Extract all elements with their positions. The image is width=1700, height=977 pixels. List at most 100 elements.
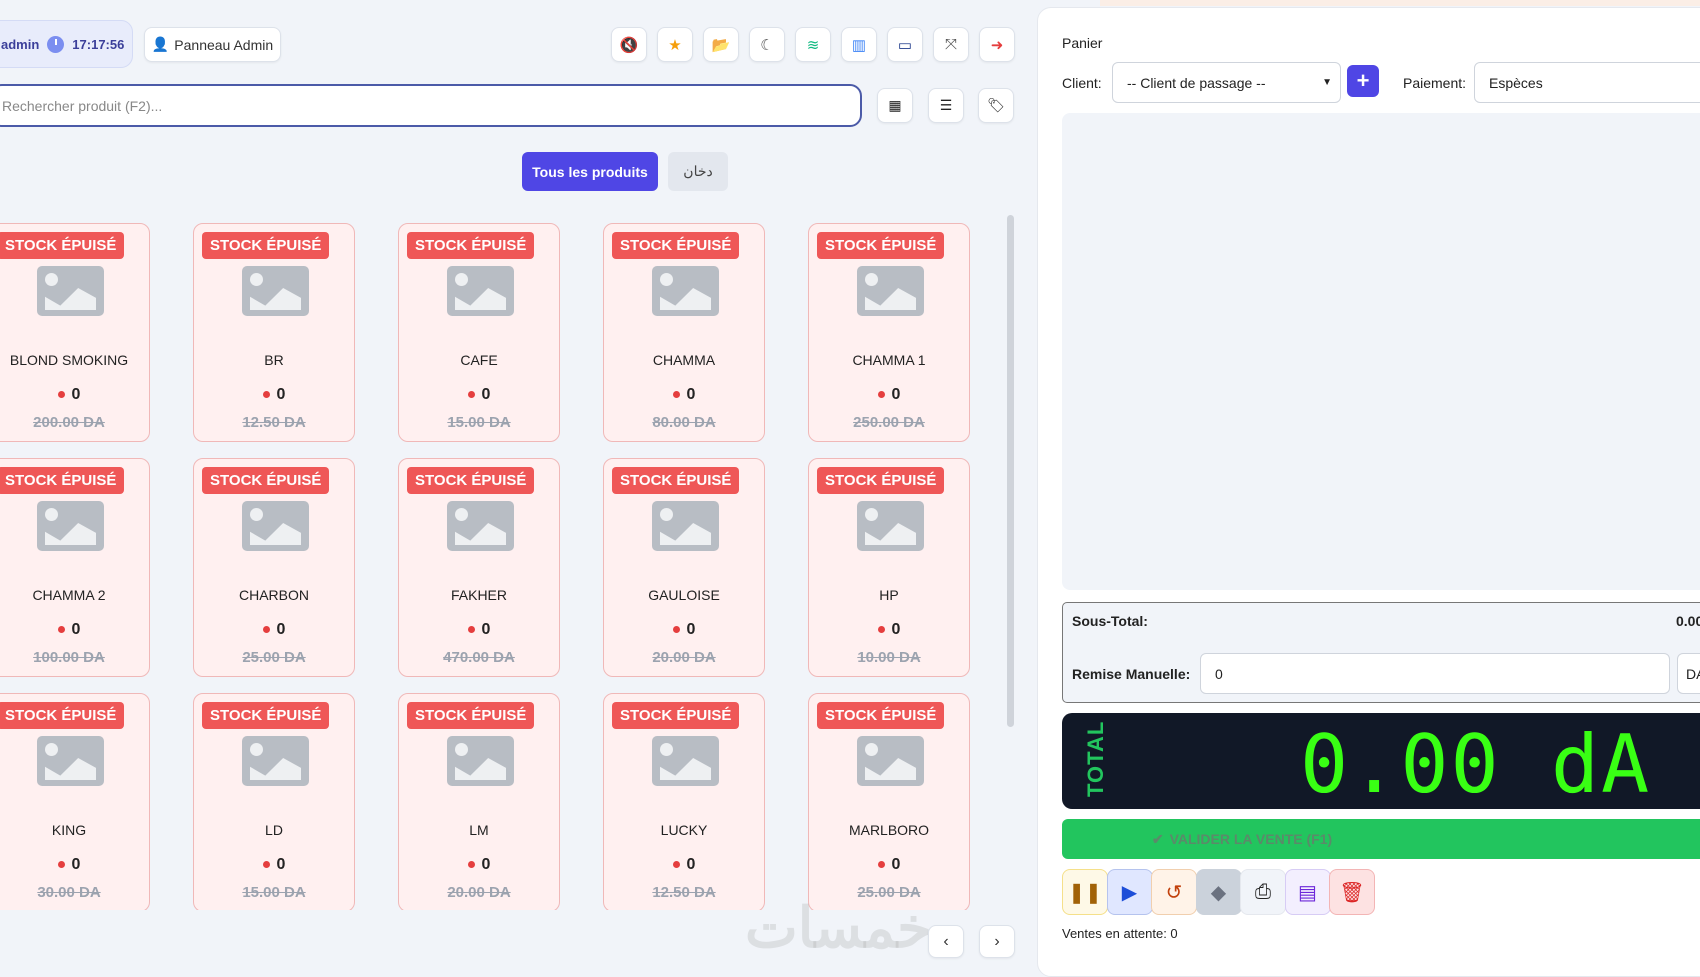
user-clock-pill: admin 17:17:56 [0, 20, 133, 68]
undo-icon: ↺ [1165, 881, 1183, 904]
stock-count: 0 [276, 856, 286, 873]
search-placeholder: Rechercher produit (F2)... [2, 97, 163, 114]
product-name: CHAMMA [652, 352, 716, 368]
product-card[interactable]: STOCK ÉPUISÉ KING 0 30.00 DA [0, 693, 150, 910]
username: admin [1, 36, 40, 52]
product-card[interactable]: STOCK ÉPUISÉ LUCKY 0 12.50 DA [603, 693, 765, 910]
stock-dot-icon [672, 861, 680, 869]
filter-button[interactable]: ☰ [928, 88, 964, 123]
product-card[interactable]: STOCK ÉPUISÉ BLOND SMOKING 0 200.00 DA [0, 223, 150, 442]
product-card[interactable]: STOCK ÉPUISÉ CHAMMA 0 80.00 DA [603, 223, 765, 442]
undo-button[interactable]: ↺ [1151, 869, 1197, 915]
watermark-logo: خمسات [745, 896, 932, 959]
chevron-right-icon: › [994, 932, 1000, 950]
diamond-button[interactable]: ◆ [1195, 869, 1242, 915]
folder-icon: 📂 [711, 36, 731, 54]
product-card[interactable]: STOCK ÉPUISÉ LD 0 15.00 DA [193, 693, 355, 910]
total-label: TOTAL [1083, 720, 1108, 797]
grid-view-button[interactable]: ▦ [877, 88, 913, 123]
category-tobacco[interactable]: دخان [668, 152, 728, 191]
play-button[interactable]: ▶ [1106, 869, 1153, 915]
diamond-icon: ◆ [1210, 881, 1227, 904]
out-of-stock-badge: STOCK ÉPUISÉ [817, 467, 945, 494]
product-stock: 0 [194, 386, 354, 404]
prev-page-button[interactable]: ‹ [928, 925, 964, 958]
product-card[interactable]: STOCK ÉPUISÉ MARLBORO 0 25.00 DA [808, 693, 970, 910]
product-price: 20.00 DA [447, 884, 511, 901]
product-stock: 0 [604, 386, 764, 404]
chart-button[interactable]: ▥ [841, 27, 877, 62]
document-button[interactable]: ▤ [1284, 869, 1331, 915]
product-name: LM [469, 822, 489, 838]
product-card[interactable]: STOCK ÉPUISÉ BR 0 12.50 DA [193, 223, 355, 442]
moon-button[interactable]: ☾ [749, 27, 785, 62]
product-stock: 0 [809, 856, 969, 874]
logout-button[interactable]: ➜ [979, 27, 1015, 62]
tag-icon: 🏷 [987, 97, 1005, 113]
product-card[interactable]: STOCK ÉPUISÉ CHAMMA 2 0 100.00 DA [0, 458, 150, 677]
client-select[interactable]: -- Client de passage -- ▼ [1112, 62, 1341, 103]
chevron-down-icon: ▼ [1322, 77, 1332, 88]
stock-count: 0 [891, 621, 901, 638]
product-price: 10.00 DA [857, 649, 921, 666]
database-button[interactable]: ≋ [795, 27, 831, 62]
check-circle-icon: ✔ [1151, 830, 1164, 847]
product-stock: 0 [0, 386, 149, 404]
subtotal-value: 0.00 [1676, 613, 1700, 629]
tag-button[interactable]: 🏷 [978, 88, 1014, 123]
search-input[interactable]: Rechercher produit (F2)... [0, 84, 862, 127]
out-of-stock-badge: STOCK ÉPUISÉ [817, 232, 945, 259]
product-card[interactable]: STOCK ÉPUISÉ CHARBON 0 25.00 DA [193, 458, 355, 677]
product-card[interactable]: STOCK ÉPUISÉ FAKHER 0 470.00 DA [398, 458, 560, 677]
expand-icon: ⤧ [944, 36, 957, 53]
stock-dot-icon [262, 391, 270, 399]
client-label: Client: [1062, 75, 1102, 91]
discount-input[interactable]: 0 [1200, 653, 1670, 694]
image-placeholder-icon [37, 266, 104, 316]
monitor-button[interactable]: ▭ [887, 27, 923, 62]
image-placeholder-icon [447, 736, 514, 786]
product-card[interactable]: STOCK ÉPUISÉ CAFE 0 15.00 DA [398, 223, 560, 442]
category-all[interactable]: Tous les produits [522, 152, 658, 191]
product-price: 200.00 DA [33, 414, 105, 431]
product-price: 470.00 DA [443, 649, 515, 666]
scrollbar[interactable] [1007, 215, 1014, 727]
trash-button[interactable]: 🗑 [1329, 869, 1375, 915]
clock-icon [47, 35, 65, 53]
out-of-stock-badge: STOCK ÉPUISÉ [612, 702, 740, 729]
client-value: -- Client de passage -- [1127, 74, 1266, 91]
star-button[interactable]: ★ [657, 27, 693, 62]
product-card[interactable]: STOCK ÉPUISÉ LM 0 20.00 DA [398, 693, 560, 910]
add-client-button[interactable]: + [1347, 65, 1379, 97]
total-value: 0.00 dA [1300, 718, 1652, 811]
next-page-button[interactable]: › [979, 925, 1015, 958]
moon-icon: ☾ [760, 36, 774, 54]
database-icon: ≋ [806, 36, 820, 54]
stock-count: 0 [481, 621, 491, 638]
image-placeholder-icon [652, 266, 719, 316]
stock-dot-icon [262, 626, 270, 634]
discount-unit-select[interactable]: DA [1677, 653, 1700, 694]
admin-panel-button[interactable]: 👤 Panneau Admin [144, 27, 281, 62]
payment-select[interactable]: Espèces [1474, 62, 1700, 103]
print-button[interactable]: ⎙ [1240, 869, 1286, 915]
payment-label: Paiement: [1403, 75, 1467, 91]
product-card[interactable]: STOCK ÉPUISÉ CHAMMA 1 0 250.00 DA [808, 223, 970, 442]
product-price: 20.00 DA [652, 649, 716, 666]
mute-button[interactable]: 🔇 [611, 27, 647, 62]
product-price: 100.00 DA [33, 649, 105, 666]
folder-button[interactable]: 📂 [703, 27, 739, 62]
stock-count: 0 [71, 386, 81, 403]
product-name: CHARBON [238, 587, 309, 603]
product-card[interactable]: STOCK ÉPUISÉ HP 0 10.00 DA [808, 458, 970, 677]
expand-button[interactable]: ⤧ [933, 27, 969, 62]
product-card[interactable]: STOCK ÉPUISÉ GAULOISE 0 20.00 DA [603, 458, 765, 677]
product-stock: 0 [809, 621, 969, 639]
mute-icon: 🔇 [619, 36, 639, 54]
product-price: 80.00 DA [652, 414, 716, 431]
cart-title: Panier [1062, 35, 1103, 51]
validate-sale-button[interactable]: ✔ VALIDER LA VENTE (F1) [1062, 819, 1700, 859]
stock-dot-icon [467, 626, 475, 634]
pause-button[interactable]: ❚❚ [1062, 869, 1108, 915]
product-stock: 0 [604, 621, 764, 639]
